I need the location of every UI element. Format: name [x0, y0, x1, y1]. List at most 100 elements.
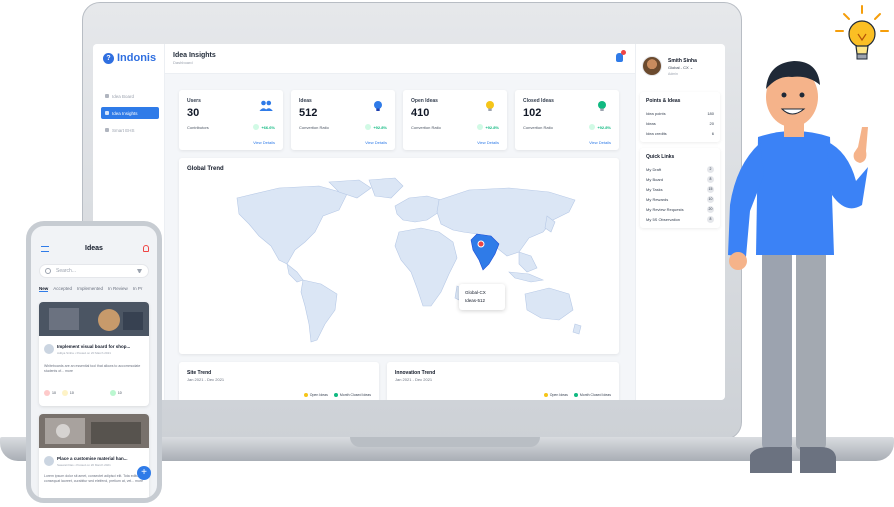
date-range[interactable]: Jan 2021 - Dec 2021	[395, 377, 432, 382]
brand-logo[interactable]: ? Indonis	[103, 52, 156, 64]
quick-link-item[interactable]: My Tasks 15	[640, 184, 720, 194]
share-count: 10	[117, 390, 122, 395]
quick-link-item[interactable]: My Review Requests 20	[640, 204, 720, 214]
chart-legend: Open Ideas Month Closed Ideas	[543, 393, 611, 398]
filter-icon[interactable]	[137, 269, 142, 273]
row-label: My Board	[646, 176, 664, 182]
add-idea-button[interactable]: +	[137, 466, 151, 480]
legend-item-closed[interactable]: Month Closed Ideas	[333, 393, 371, 398]
users-icon	[259, 100, 273, 111]
stat-change: +92.8%	[477, 124, 499, 130]
stat-change: +66.6%	[253, 124, 275, 130]
sidebar-item-smart-ehs[interactable]: Smart EHS	[101, 124, 159, 136]
idea-description: Lorem ipsum dolor sit amet, consectet ad…	[44, 474, 144, 483]
row-value: 20	[709, 120, 714, 126]
count-badge: 2	[707, 165, 714, 173]
comment-count: 10	[69, 390, 74, 395]
like-button[interactable]: 10	[44, 390, 56, 396]
quick-link-item[interactable]: My Board 8	[640, 174, 720, 184]
list-item: Ideas 20	[640, 118, 720, 128]
phone-mockup: Ideas Search... New Accepted Implemented…	[26, 221, 162, 503]
trend-up-icon	[365, 124, 372, 130]
stat-card-closed-ideas[interactable]: Closed Ideas 102 Convertion Ratio +92.8%…	[515, 90, 619, 150]
stat-card-users[interactable]: Users 30 Contributors +66.6% View Detail…	[179, 90, 283, 150]
legend-item-open[interactable]: Open Ideas	[303, 393, 328, 398]
tab-implemented[interactable]: Implemented	[77, 286, 103, 292]
row-label: Idea points	[646, 110, 666, 116]
stat-value: 512	[299, 107, 318, 119]
comment-button[interactable]: 10	[61, 390, 74, 396]
row-label: My 5S Observation	[646, 216, 681, 222]
search-input[interactable]: Search...	[39, 264, 149, 278]
date-range[interactable]: Jan 2021 - Dec 2021	[187, 377, 224, 382]
idea-image	[39, 414, 149, 448]
sidebar-item-label: Idea Board	[112, 93, 135, 99]
bulb-icon	[105, 94, 109, 98]
bell-icon[interactable]	[143, 245, 149, 252]
trend-up-icon	[477, 124, 484, 130]
shield-icon	[105, 128, 109, 132]
stat-card-ideas[interactable]: Ideas 512 Convertion Ratio +92.8% View D…	[291, 90, 395, 150]
idea-card[interactable]: Implement visual board for shop... Adity…	[39, 302, 149, 406]
chevron-down-icon: ⌄	[689, 65, 694, 70]
tab-new[interactable]: New	[39, 286, 49, 292]
view-details-link[interactable]: View Details	[365, 140, 387, 145]
user-profile[interactable]: Smith Sinha Global - CX ⌄ Admin	[642, 54, 720, 82]
idea-title[interactable]: Implement visual board for shop...	[57, 344, 130, 349]
row-value: 6	[711, 130, 714, 136]
india-region[interactable]	[470, 233, 500, 271]
legend-item-closed[interactable]: Month Closed Ideas	[573, 393, 611, 398]
legend-dot	[333, 393, 338, 398]
global-trend-card: Global Trend Global-CX Ideas-512	[179, 158, 619, 354]
share-button[interactable]: 10	[109, 390, 122, 396]
sidebar-item-label: Smart EHS	[112, 127, 135, 133]
person-illustration	[728, 61, 868, 473]
stat-change: +92.8%	[365, 124, 387, 130]
quick-link-item[interactable]: My Rewards 10	[640, 194, 720, 204]
quick-link-item[interactable]: My 5S Observation 8	[640, 214, 720, 224]
row-label: Idea credits	[646, 130, 667, 136]
phone-title: Ideas	[85, 245, 103, 252]
avatar	[44, 456, 54, 466]
laptop-screen: ? Indonis Idea Board Idea Insights Smart…	[93, 44, 725, 400]
count-badge: 15	[707, 185, 714, 193]
tab-in-progress[interactable]: In Pr	[133, 286, 143, 292]
tab-in-review[interactable]: In Review	[108, 286, 128, 292]
sidebar-item-idea-board[interactable]: Idea Board	[101, 90, 159, 102]
avatar	[44, 344, 54, 354]
legend-item-open[interactable]: Open Ideas	[543, 393, 568, 398]
idea-card[interactable]: Place a customise material han... Saswat…	[39, 414, 149, 498]
idea-description: Whiteboards are an essential tool that a…	[44, 364, 141, 373]
stat-change: +92.8%	[589, 124, 611, 130]
avatar	[642, 56, 662, 76]
site-trend-card: Site Trend Jan 2021 - Dec 2021 Open Idea…	[179, 362, 379, 400]
idea-title[interactable]: Place a customise material han...	[57, 456, 128, 461]
world-map[interactable]	[219, 176, 589, 348]
tooltip-title: Global-CX	[465, 290, 486, 295]
view-details-link[interactable]: View Details	[477, 140, 499, 145]
legend-label: Open Ideas	[309, 393, 328, 397]
sidebar-item-label: Idea Insights	[112, 110, 138, 116]
sidebar-item-idea-insights[interactable]: Idea Insights	[101, 107, 159, 119]
count-badge: 8	[707, 215, 714, 223]
stat-card-open-ideas[interactable]: Open Ideas 410 Convertion Ratio +92.8% V…	[403, 90, 507, 150]
tab-accepted[interactable]: Accepted	[53, 286, 72, 292]
heart-icon	[44, 390, 50, 396]
breadcrumb[interactable]: Dashboard	[173, 60, 193, 65]
count-badge: 20	[707, 205, 714, 213]
idea-image	[39, 302, 149, 336]
profile-role-dropdown[interactable]: Global - CX ⌄	[668, 65, 693, 70]
stat-value: 410	[411, 107, 430, 119]
card-title: Global Trend	[187, 166, 224, 172]
view-details-link[interactable]: View Details	[253, 140, 275, 145]
profile-name: Smith Sinha	[668, 58, 697, 64]
profile-tag: Admin	[668, 72, 678, 76]
stat-sub: Contributors	[187, 125, 209, 130]
view-details-link[interactable]: View Details	[589, 140, 611, 145]
quick-link-item[interactable]: My Draft 2	[640, 164, 720, 174]
innovation-trend-card: Innovation Trend Jan 2021 - Dec 2021 Ope…	[387, 362, 619, 400]
map-pin-icon[interactable]	[477, 240, 485, 248]
row-label: My Review Requests	[646, 206, 684, 212]
idea-date: Posted on 20 March 2021	[76, 463, 111, 467]
top-bar: Idea Insights Dashboard	[165, 44, 635, 74]
